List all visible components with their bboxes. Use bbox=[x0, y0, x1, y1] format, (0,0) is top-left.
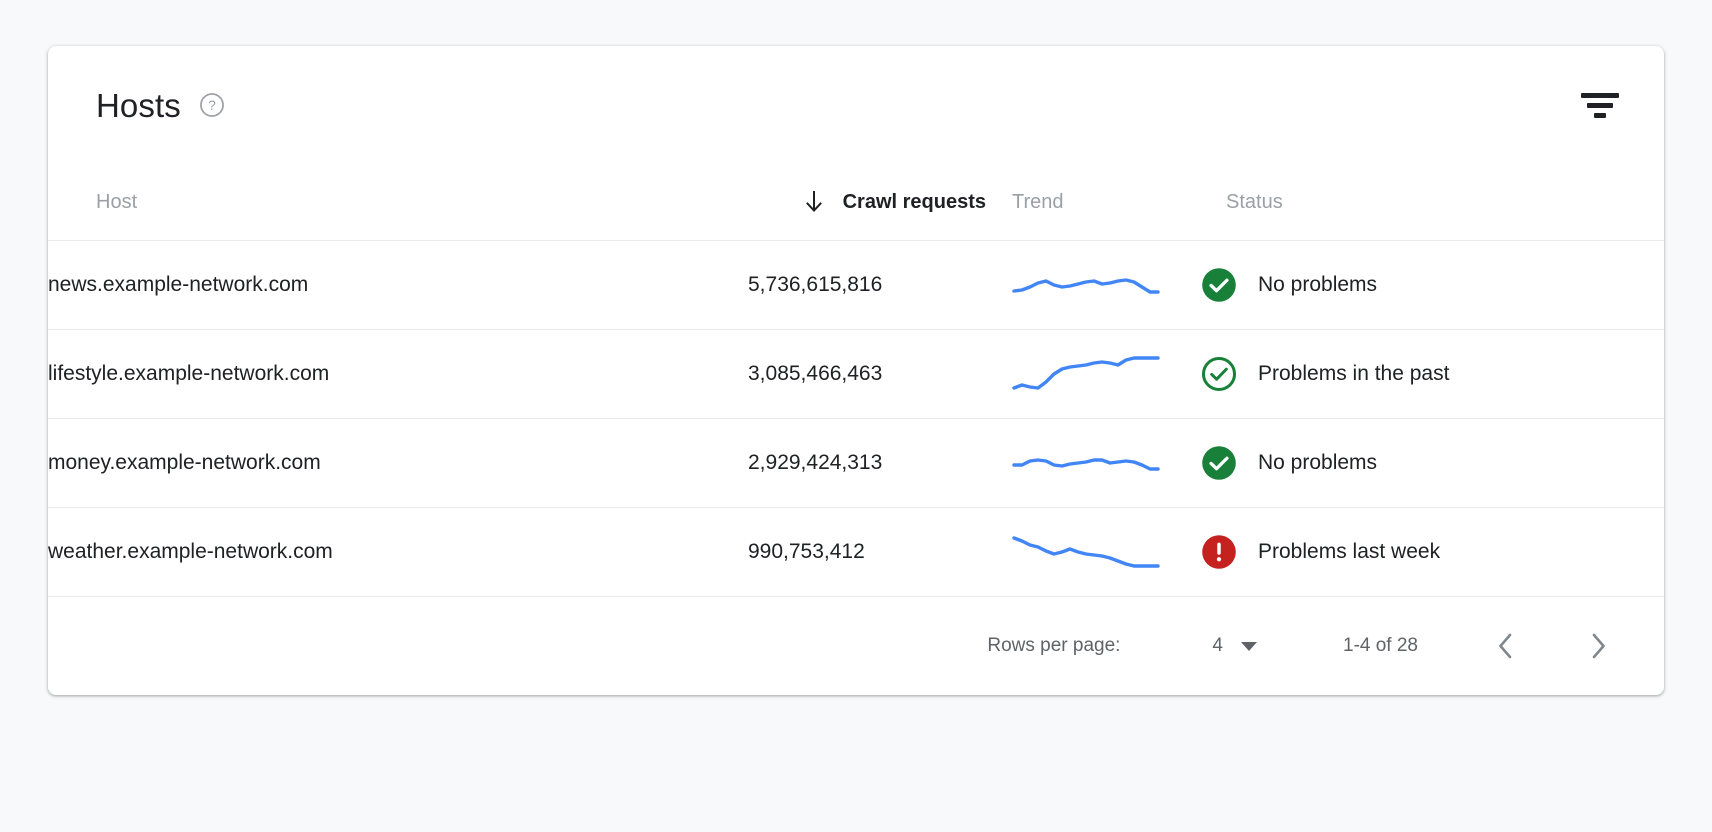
cell-trend bbox=[1012, 330, 1200, 419]
crawl-requests-value: 990,753,412 bbox=[748, 540, 865, 563]
table-row[interactable]: money.example-network.com 2,929,424,313 No… bbox=[48, 419, 1664, 508]
pagination-range-label: 1-4 of 28 bbox=[1343, 635, 1418, 657]
table-footer: Rows per page: 4 1-4 of 28 bbox=[48, 597, 1664, 695]
cell-host[interactable]: weather.example-network.com bbox=[48, 508, 748, 597]
trend-sparkline bbox=[1012, 354, 1160, 394]
cell-host[interactable]: news.example-network.com bbox=[48, 241, 748, 330]
chevron-down-icon bbox=[1241, 642, 1257, 651]
filter-bar-top bbox=[1581, 93, 1619, 98]
cell-status: No problems bbox=[1200, 419, 1664, 508]
filter-bar-bottom bbox=[1594, 113, 1606, 118]
column-header-status-label: Status bbox=[1226, 191, 1283, 214]
cell-trend bbox=[1012, 508, 1200, 597]
host-name: news.example-network.com bbox=[48, 273, 308, 296]
svg-text:?: ? bbox=[208, 98, 216, 113]
hosts-card: Hosts ? bbox=[48, 46, 1664, 695]
hosts-table: Host Crawl requests bbox=[48, 164, 1664, 597]
table-body: news.example-network.com 5,736,615,816 No … bbox=[48, 241, 1664, 597]
card-header: Hosts ? bbox=[48, 46, 1664, 164]
column-header-crawl-requests-label: Crawl requests bbox=[843, 191, 986, 214]
column-header-host[interactable]: Host bbox=[48, 164, 748, 241]
rows-per-page-value: 4 bbox=[1212, 635, 1223, 657]
cell-crawl-requests: 2,929,424,313 bbox=[748, 419, 1012, 508]
cell-trend bbox=[1012, 419, 1200, 508]
trend-sparkline bbox=[1012, 532, 1160, 572]
next-page-button[interactable] bbox=[1574, 622, 1622, 670]
crawl-requests-value: 2,929,424,313 bbox=[748, 451, 882, 474]
status-badge: No problems bbox=[1258, 273, 1377, 297]
error-circle-filled-icon bbox=[1200, 533, 1238, 571]
status-badge: Problems last week bbox=[1258, 540, 1440, 564]
table-header-row: Host Crawl requests bbox=[48, 164, 1664, 241]
rows-per-page-select[interactable]: 4 bbox=[1212, 635, 1257, 657]
cell-host[interactable]: lifestyle.example-network.com bbox=[48, 330, 748, 419]
cell-trend bbox=[1012, 241, 1200, 330]
filter-icon[interactable] bbox=[1578, 83, 1622, 127]
cell-crawl-requests: 5,736,615,816 bbox=[748, 241, 1012, 330]
host-name: money.example-network.com bbox=[48, 451, 321, 474]
rows-per-page-label: Rows per page: bbox=[987, 635, 1120, 657]
page-title: Hosts bbox=[96, 89, 181, 122]
crawl-requests-value: 5,736,615,816 bbox=[748, 273, 882, 296]
status-badge: No problems bbox=[1258, 451, 1377, 475]
host-name: lifestyle.example-network.com bbox=[48, 362, 329, 385]
cell-status: No problems bbox=[1200, 241, 1664, 330]
cell-crawl-requests: 990,753,412 bbox=[748, 508, 1012, 597]
check-circle-filled-icon bbox=[1200, 266, 1238, 304]
chevron-left-icon bbox=[1493, 631, 1519, 661]
column-header-crawl-requests[interactable]: Crawl requests bbox=[748, 164, 1012, 241]
crawl-requests-value: 3,085,466,463 bbox=[748, 362, 882, 385]
cell-host[interactable]: money.example-network.com bbox=[48, 419, 748, 508]
table-row[interactable]: news.example-network.com 5,736,615,816 No … bbox=[48, 241, 1664, 330]
trend-sparkline bbox=[1012, 443, 1160, 483]
trend-sparkline bbox=[1012, 265, 1160, 305]
cell-status: Problems last week bbox=[1200, 508, 1664, 597]
check-circle-outline-icon bbox=[1200, 355, 1238, 393]
column-header-trend-label: Trend bbox=[1012, 191, 1064, 214]
column-header-trend[interactable]: Trend bbox=[1012, 164, 1200, 241]
table-row[interactable]: lifestyle.example-network.com 3,085,466,4… bbox=[48, 330, 1664, 419]
column-header-host-label: Host bbox=[96, 191, 137, 214]
column-header-status[interactable]: Status bbox=[1200, 164, 1664, 241]
status-badge: Problems in the past bbox=[1258, 362, 1449, 386]
arrow-down-icon bbox=[803, 189, 825, 215]
page-background: Hosts ? bbox=[0, 0, 1712, 832]
cell-crawl-requests: 3,085,466,463 bbox=[748, 330, 1012, 419]
table-header: Host Crawl requests bbox=[48, 164, 1664, 241]
cell-status: Problems in the past bbox=[1200, 330, 1664, 419]
table-row[interactable]: weather.example-network.com 990,753,412 Pr… bbox=[48, 508, 1664, 597]
previous-page-button[interactable] bbox=[1482, 622, 1530, 670]
help-circle-icon[interactable]: ? bbox=[199, 92, 225, 118]
host-name: weather.example-network.com bbox=[48, 540, 333, 563]
check-circle-filled-icon bbox=[1200, 444, 1238, 482]
chevron-right-icon bbox=[1585, 631, 1611, 661]
filter-bar-middle bbox=[1587, 103, 1613, 108]
